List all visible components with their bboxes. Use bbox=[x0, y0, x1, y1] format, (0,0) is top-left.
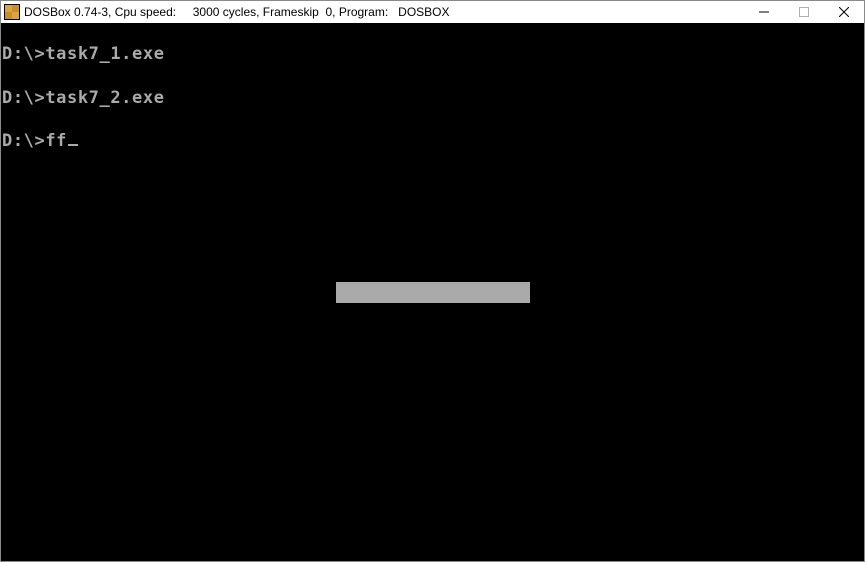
close-button[interactable] bbox=[824, 1, 864, 23]
console-line-2: D:\>task7_2.exe bbox=[2, 88, 165, 108]
console-prompt-line: D:\>ff bbox=[2, 131, 79, 151]
maximize-button[interactable] bbox=[784, 1, 824, 23]
window-title: DOSBox 0.74-3, Cpu speed: 3000 cycles, F… bbox=[24, 5, 450, 19]
gray-bar-graphic bbox=[336, 282, 530, 303]
minimize-icon bbox=[759, 11, 769, 13]
dosbox-window: DOSBox 0.74-3, Cpu speed: 3000 cycles, F… bbox=[0, 0, 865, 562]
console-line-1: D:\>task7_1.exe bbox=[2, 44, 165, 64]
maximize-icon bbox=[799, 7, 809, 17]
close-icon bbox=[839, 7, 849, 17]
text-cursor bbox=[68, 144, 79, 146]
minimize-button[interactable] bbox=[744, 1, 784, 23]
title-bar[interactable]: DOSBox 0.74-3, Cpu speed: 3000 cycles, F… bbox=[1, 1, 864, 23]
dosbox-icon[interactable] bbox=[4, 4, 20, 20]
dos-console[interactable]: D:\>task7_1.exe D:\>task7_2.exe D:\>ff bbox=[1, 23, 864, 561]
window-controls bbox=[744, 1, 864, 23]
console-line-3: D:\>ff bbox=[2, 131, 68, 151]
